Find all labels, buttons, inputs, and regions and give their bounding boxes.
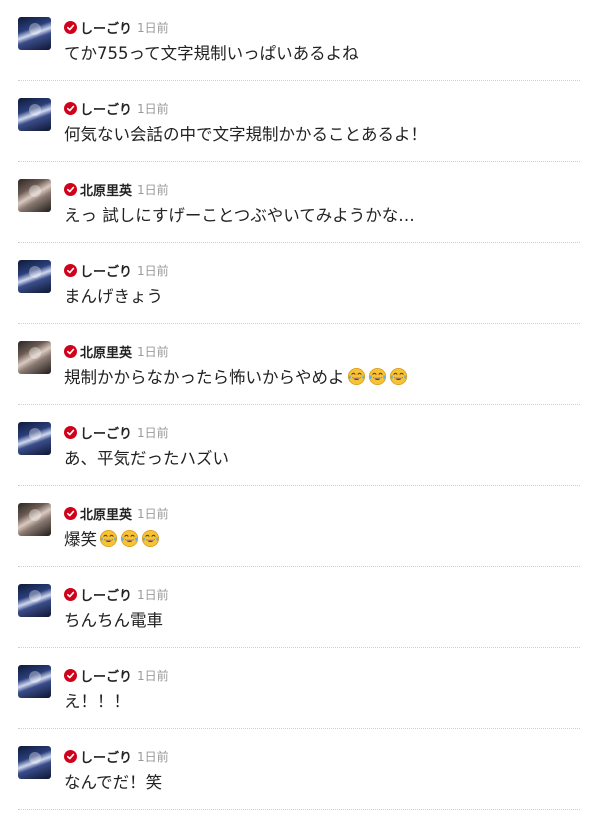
post-time[interactable]: 1日前 xyxy=(137,262,169,279)
user-name[interactable]: しーごり xyxy=(80,666,132,685)
user-name[interactable]: しーごり xyxy=(80,99,132,118)
verified-check-icon xyxy=(64,506,77,520)
user-avatar[interactable] xyxy=(18,422,51,455)
post-text-content: てか755って文字規制いっぱいあるよね xyxy=(64,44,359,63)
post-text-content: あ、平気だったハズい xyxy=(64,449,229,468)
post-text: ちんちん電車 xyxy=(64,610,163,632)
post-time[interactable]: 1日前 xyxy=(137,100,169,117)
user-avatar[interactable] xyxy=(18,260,51,293)
post-text: てか755って文字規制いっぱいあるよね xyxy=(64,43,359,65)
post-item: しーごり 1日前 え！！！ xyxy=(18,648,580,729)
post-text-content: ちんちん電車 xyxy=(64,611,163,630)
post-meta: しーごり 1日前 xyxy=(64,666,169,685)
verified-check-icon xyxy=(64,182,77,196)
post-meta: 北原里英 1日前 xyxy=(64,342,169,361)
post-meta: しーごり 1日前 xyxy=(64,99,169,118)
user-name[interactable]: 北原里英 xyxy=(80,180,132,199)
verified-check-icon xyxy=(64,425,77,439)
verified-check-icon xyxy=(64,263,77,277)
post-time[interactable]: 1日前 xyxy=(137,343,169,360)
post-meta: しーごり 1日前 xyxy=(64,18,169,37)
user-name[interactable]: しーごり xyxy=(80,747,132,766)
user-name[interactable]: しーごり xyxy=(80,423,132,442)
post-item: しーごり 1日前 ちんちん電車 xyxy=(18,567,580,648)
post-time[interactable]: 1日前 xyxy=(137,505,169,522)
post-text: 規制かからなかったら怖いからやめよ xyxy=(64,367,408,389)
post-item: 北原里英 1日前 爆笑 xyxy=(18,486,580,567)
post-text: 爆笑 xyxy=(64,529,160,551)
post-item: しーごり 1日前 まんげきょう xyxy=(18,243,580,324)
post-meta: しーごり 1日前 xyxy=(64,261,169,280)
user-avatar[interactable] xyxy=(18,98,51,131)
post-text-content: まんげきょう xyxy=(64,287,163,306)
post-time[interactable]: 1日前 xyxy=(137,667,169,684)
post-text-content: 規制かからなかったら怖いからやめよ xyxy=(64,368,345,387)
post-time[interactable]: 1日前 xyxy=(137,181,169,198)
post-text-content: 何気ない会話の中で文字規制かかることあるよ！ xyxy=(64,125,427,144)
user-name[interactable]: 北原里英 xyxy=(80,342,132,361)
post-meta: しーごり 1日前 xyxy=(64,423,169,442)
user-name[interactable]: しーごり xyxy=(80,585,132,604)
tears-of-joy-emoji-icon xyxy=(120,529,139,548)
post-time[interactable]: 1日前 xyxy=(137,586,169,603)
post-meta: しーごり 1日前 xyxy=(64,747,169,766)
post-text: えっ 試しにすげーことつぶやいてみようかな… xyxy=(64,205,415,227)
post-time[interactable]: 1日前 xyxy=(137,424,169,441)
tears-of-joy-emoji-icon xyxy=(347,367,365,386)
post-text-content: え！！！ xyxy=(64,692,130,711)
verified-check-icon xyxy=(64,587,77,601)
user-name[interactable]: 北原里英 xyxy=(80,504,132,523)
post-item: 北原里英 1日前 えっ 試しにすげーことつぶやいてみようかな… xyxy=(18,162,580,243)
post-meta: しーごり 1日前 xyxy=(64,585,169,604)
user-name[interactable]: しーごり xyxy=(80,18,132,37)
post-item: しーごり 1日前 何気ない会話の中で文字規制かかることあるよ！ xyxy=(18,81,580,162)
post-item: しーごり 1日前 あ、平気だったハズい xyxy=(18,405,580,486)
post-text: 何気ない会話の中で文字規制かかることあるよ！ xyxy=(64,124,427,146)
user-avatar[interactable] xyxy=(18,341,51,374)
verified-check-icon xyxy=(64,20,77,34)
post-text: なんでだ！笑 xyxy=(64,772,162,794)
user-avatar[interactable] xyxy=(18,503,51,536)
post-text-content: なんでだ！笑 xyxy=(64,773,163,792)
user-name[interactable]: しーごり xyxy=(80,261,132,280)
tears-of-joy-emoji-icon xyxy=(99,529,118,548)
post-item: しーごり 1日前 なんでだ！笑 xyxy=(18,729,580,810)
post-time[interactable]: 1日前 xyxy=(137,748,169,765)
verified-check-icon xyxy=(64,668,77,682)
user-avatar[interactable] xyxy=(18,179,51,212)
post-text: あ、平気だったハズい xyxy=(64,448,229,470)
verified-check-icon xyxy=(64,344,77,358)
user-avatar[interactable] xyxy=(18,584,51,617)
post-item: 北原里英 1日前 規制かからなかったら怖いからやめよ xyxy=(18,324,580,405)
user-avatar[interactable] xyxy=(18,17,51,50)
post-text: まんげきょう xyxy=(64,286,163,308)
tears-of-joy-emoji-icon xyxy=(368,367,386,386)
tears-of-joy-emoji-icon xyxy=(389,367,407,386)
post-meta: 北原里英 1日前 xyxy=(64,504,169,523)
post-text: え！！！ xyxy=(64,691,130,713)
timeline-feed: しーごり 1日前 てか755って文字規制いっぱいあるよね しーごり 1日前 何気… xyxy=(0,0,600,818)
verified-check-icon xyxy=(64,101,77,115)
user-avatar[interactable] xyxy=(18,746,51,779)
verified-check-icon xyxy=(64,749,77,763)
post-text-content: 爆笑 xyxy=(64,530,97,549)
tears-of-joy-emoji-icon xyxy=(141,529,160,548)
post-time[interactable]: 1日前 xyxy=(137,19,169,36)
user-avatar[interactable] xyxy=(18,665,51,698)
post-text-content: えっ 試しにすげーことつぶやいてみようかな… xyxy=(64,206,415,225)
post-meta: 北原里英 1日前 xyxy=(64,180,169,199)
post-item: しーごり 1日前 てか755って文字規制いっぱいあるよね xyxy=(18,0,580,81)
